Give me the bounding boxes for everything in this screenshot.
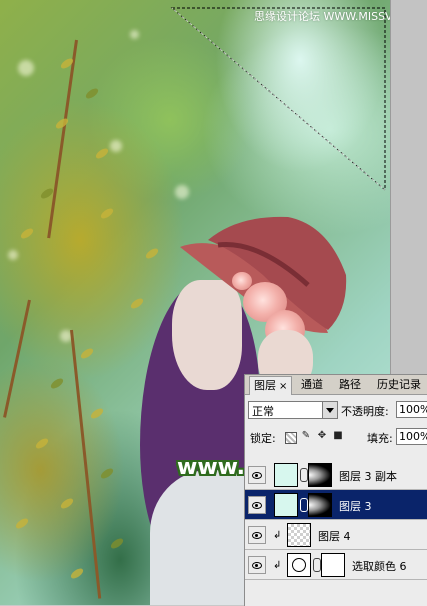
- bokeh-highlight: [175, 185, 189, 199]
- adjustment-icon: [292, 558, 306, 572]
- layers-list: 图层 3 副本 图层 3 ↲ 图层 4 ↲ 选取颜色 6: [245, 448, 427, 606]
- workspace-background: [390, 0, 427, 375]
- blend-row: 正常 不透明度: 100%: [245, 401, 427, 419]
- clip-arrow-icon: ↲: [273, 560, 282, 571]
- leaf: [144, 246, 160, 261]
- leaf: [59, 496, 75, 511]
- lock-transparent-icon[interactable]: [285, 432, 297, 444]
- tab-history[interactable]: 历史记录: [373, 376, 425, 394]
- leaf: [69, 566, 85, 581]
- leaf: [49, 376, 65, 391]
- opacity-label: 不透明度:: [341, 405, 389, 418]
- bokeh-highlight: [130, 30, 139, 39]
- fill-input[interactable]: 100%: [396, 428, 427, 445]
- chain-link-icon[interactable]: [300, 498, 308, 512]
- chain-link-icon[interactable]: [313, 558, 321, 572]
- close-icon[interactable]: ×: [279, 381, 287, 392]
- layer-mask-thumbnail[interactable]: [321, 553, 345, 577]
- layer-name[interactable]: 图层 4: [318, 528, 351, 544]
- leaf: [94, 146, 110, 161]
- layer-name[interactable]: 图层 3 副本: [339, 468, 397, 484]
- plant-stem: [47, 39, 78, 239]
- layer-row[interactable]: ↲ 图层 4: [245, 520, 427, 550]
- chevron-down-icon[interactable]: [322, 402, 337, 418]
- tab-paths[interactable]: 路径: [335, 376, 365, 394]
- bokeh-highlight: [8, 250, 18, 260]
- eye-icon[interactable]: [248, 496, 266, 514]
- leaf: [14, 516, 30, 531]
- clip-arrow-icon: ↲: [273, 530, 282, 541]
- tab-label: 通道: [301, 378, 323, 391]
- brush-icon[interactable]: ✎: [301, 431, 311, 441]
- eye-icon[interactable]: [248, 526, 266, 544]
- layer-row[interactable]: ↲ 选取颜色 6: [245, 550, 427, 580]
- tab-label: 历史记录: [377, 378, 421, 391]
- tab-label: 图层: [254, 379, 276, 392]
- visibility-toggle-empty[interactable]: [248, 466, 266, 484]
- adjustment-thumbnail[interactable]: [287, 553, 311, 577]
- layer-name[interactable]: 图层 3: [339, 498, 372, 514]
- hat-flower: [232, 272, 252, 290]
- leaf: [84, 86, 100, 101]
- leaf: [34, 436, 50, 451]
- chain-link-icon[interactable]: [300, 468, 308, 482]
- fill-label: 填充:: [367, 432, 393, 445]
- leaf: [109, 536, 125, 551]
- tab-label: 路径: [339, 378, 361, 391]
- bokeh-highlight: [110, 140, 122, 152]
- tab-layers[interactable]: 图层 ×: [249, 376, 293, 395]
- layer-row[interactable]: 图层 3 副本: [245, 460, 427, 490]
- tab-channels[interactable]: 通道: [297, 376, 327, 394]
- leaf: [19, 226, 35, 241]
- layer-mask-thumbnail[interactable]: [308, 463, 332, 487]
- lock-icon[interactable]: ■: [333, 431, 343, 441]
- leaf: [129, 296, 145, 311]
- leaf: [99, 206, 115, 221]
- leaf: [89, 406, 105, 421]
- watermark-text: 思缘设计论坛 WWW.MISSVUAN.COM: [254, 10, 390, 23]
- opacity-input[interactable]: 100%: [396, 401, 427, 418]
- panel-tabs: 图层 × 通道 路径 历史记录: [245, 375, 427, 395]
- lock-label: 锁定:: [250, 432, 276, 445]
- blend-mode-value: 正常: [252, 405, 274, 418]
- leaf: [79, 346, 95, 361]
- layer-row-selected[interactable]: 图层 3: [245, 490, 427, 520]
- layer-mask-thumbnail[interactable]: [308, 493, 332, 517]
- layer-thumbnail[interactable]: [287, 523, 311, 547]
- move-icon[interactable]: ✥: [317, 431, 327, 441]
- plant-stem: [70, 329, 102, 599]
- blend-mode-select[interactable]: 正常: [248, 401, 338, 419]
- leaf: [99, 466, 115, 481]
- layer-thumbnail[interactable]: [274, 463, 298, 487]
- layers-panel: 图层× 通道 路径 历史记录 正常 不透明度: 100% 锁定: ✎ ✥ ■ 填…: [244, 374, 427, 606]
- plant-stem: [3, 299, 31, 418]
- layer-name[interactable]: 选取颜色 6: [352, 558, 407, 574]
- layer-thumbnail[interactable]: [274, 493, 298, 517]
- bokeh-highlight: [18, 60, 34, 76]
- lock-row: 锁定: ✎ ✥ ■ 填充: 100%: [245, 428, 427, 446]
- eye-icon[interactable]: [248, 556, 266, 574]
